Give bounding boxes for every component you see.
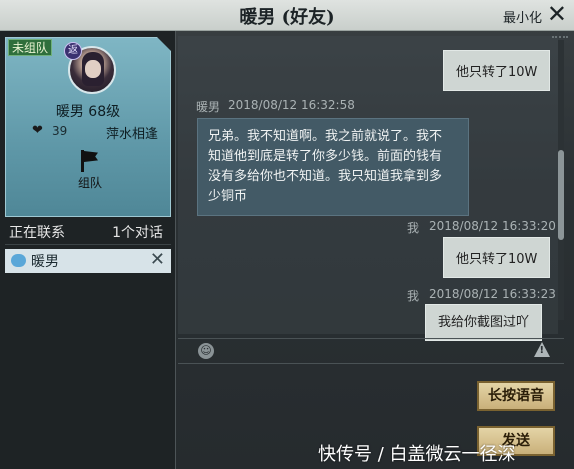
chat-area: 他只转了10W 暖男 2018/08/12 16:32:58 兄弟。我不知道啊。… [178,36,558,341]
title-bar: 暖男 (好友) 最小化 ✕ [0,0,574,31]
avatar-face [85,60,101,78]
contact-name: 暖男 [31,254,59,270]
team-button-label: 组队 [77,176,102,190]
message-time: 2018/08/12 16:32:58 [228,98,355,112]
warning-mark: ! [539,345,544,356]
team-button[interactable]: 组队 [68,148,112,194]
message-sender: 我 [407,289,420,303]
message-bubble-right: 我给你截图过吖 [425,304,543,341]
contact-header-left: 正在联系 [9,225,65,241]
card-corner-fold [157,37,171,51]
message-sender: 我 [407,221,420,235]
message-sender: 暖男 [196,100,221,114]
school-icon: 返 [64,42,82,60]
scroll-thumb[interactable] [558,150,564,240]
heart-icon: ❤ [32,123,43,138]
message-line: 兄弟。我不知道啊。我之前就说了。我不 [208,129,443,144]
message-line: 少铜币 [208,189,248,204]
chat-bubble-icon [11,254,26,267]
friendship-value: 39 [52,124,68,138]
minimize-button[interactable]: 最小化 [503,7,542,26]
message-bubble-right: 他只转了10W [443,237,551,278]
message-time: 2018/08/12 16:33:20 [429,219,556,233]
flag-icon [78,148,102,172]
emoji-icon[interactable]: ☺ [198,343,214,359]
sidebar: 未组队 返 暖男 68级 ❤ 39 萍水相逢 组队 正在联系 1个对话 暖男 ✕ [0,31,176,469]
player-name-level: 暖男 68级 [55,104,121,120]
relation-label: 萍水相逢 [106,127,159,142]
watermark: 快传号 / 白盖微云一径深 [318,444,516,465]
profile-card: 未组队 返 暖男 68级 ❤ 39 萍水相逢 组队 [5,37,171,217]
window-title: 暖男 (好友) [239,7,335,28]
contact-item[interactable]: 暖男 ✕ [5,249,171,273]
message-line: 没有多给你也不知道。我只知道我拿到多 [208,169,443,184]
message-time: 2018/08/12 16:33:23 [429,287,556,301]
close-contact-icon[interactable]: ✕ [150,249,165,270]
chat-scrollbar[interactable] [558,40,564,320]
message-bubble-left: 兄弟。我不知道啊。我之前就说了。我不 知道他到底是转了你多少钱。前面的钱有 没有… [197,118,469,216]
input-toolbar: ☺ ! [178,338,564,364]
voice-button[interactable]: 长按语音 [477,381,555,411]
message-line: 知道他到底是转了你多少钱。前面的钱有 [208,149,443,164]
close-button[interactable]: ✕ [547,1,567,27]
team-status-badge: 未组队 [8,39,53,56]
conversation-count: 1个对话 [112,225,163,241]
contact-header: 正在联系 1个对话 [5,221,171,243]
divider [5,244,171,245]
message-bubble-right: 他只转了10W [443,50,551,91]
